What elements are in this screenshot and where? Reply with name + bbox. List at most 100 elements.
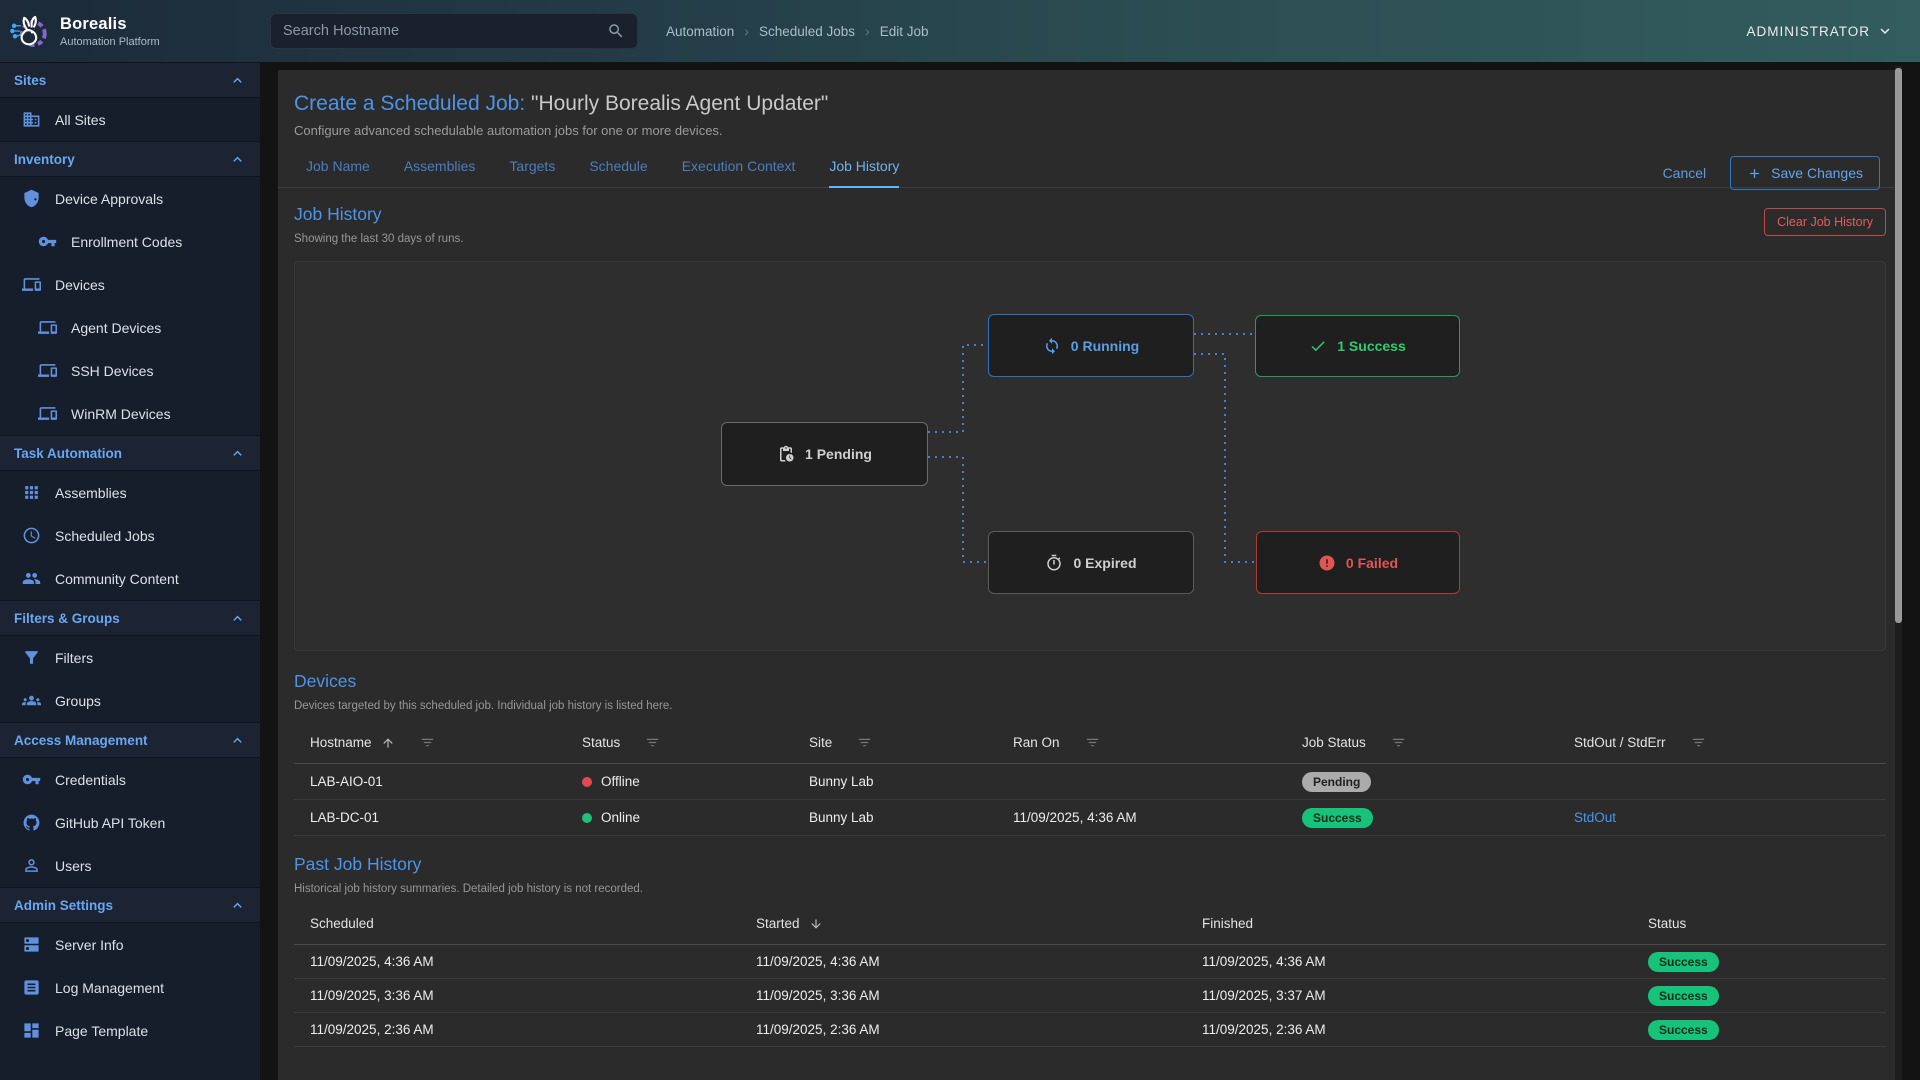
- history-started: 11/09/2025, 3:36 AM: [740, 988, 1186, 1003]
- devices-subheading: Devices targeted by this scheduled job. …: [294, 700, 672, 712]
- save-changes-button[interactable]: Save Changes: [1730, 156, 1880, 190]
- sidebar-item-page-template[interactable]: Page Template: [0, 1009, 260, 1052]
- column-header-started[interactable]: Started: [740, 916, 1186, 931]
- job-state-flow-diagram: 1 Pending 0 Running 1 Success 0 Expired …: [294, 261, 1886, 651]
- history-started: 11/09/2025, 2:36 AM: [740, 1022, 1186, 1037]
- tab-job-name[interactable]: Job Name: [306, 158, 370, 187]
- grid-icon: [22, 483, 41, 502]
- filter-icon[interactable]: [857, 735, 872, 750]
- column-header-finished[interactable]: Finished: [1186, 916, 1632, 931]
- filter-icon[interactable]: [1391, 735, 1406, 750]
- flow-node-success[interactable]: 1 Success: [1255, 315, 1460, 377]
- flow-node-label: 1 Success: [1337, 338, 1406, 354]
- flow-node-running[interactable]: 0 Running: [988, 314, 1194, 377]
- devices-heading: Devices: [294, 671, 672, 692]
- item-label: Credentials: [55, 772, 126, 788]
- devices-table-header: Hostname Status Site Ran On Job Status S…: [294, 722, 1886, 764]
- tab-schedule[interactable]: Schedule: [589, 158, 647, 187]
- tab-assemblies[interactable]: Assemblies: [404, 158, 476, 187]
- sidebar-item-log-management[interactable]: Log Management: [0, 966, 260, 1009]
- breadcrumb-item[interactable]: Automation: [666, 24, 734, 39]
- sidebar-section-inventory[interactable]: Inventory: [0, 141, 260, 177]
- filter-icon[interactable]: [645, 735, 660, 750]
- item-label: All Sites: [55, 112, 106, 128]
- devices-icon: [22, 275, 41, 294]
- breadcrumb-item[interactable]: Edit Job: [880, 24, 929, 39]
- tab-targets[interactable]: Targets: [509, 158, 555, 187]
- sidebar-item-users[interactable]: Users: [0, 844, 260, 887]
- device-table-row[interactable]: LAB-AIO-01 Offline Bunny Lab Pending: [294, 764, 1886, 800]
- stdout-link[interactable]: StdOut: [1574, 810, 1616, 825]
- sidebar-item-filters[interactable]: Filters: [0, 636, 260, 679]
- brand-name: Borealis: [60, 15, 160, 34]
- chevron-down-icon: [1876, 22, 1894, 40]
- flow-node-pending[interactable]: 1 Pending: [721, 422, 928, 486]
- filter-icon[interactable]: [1691, 735, 1706, 750]
- tab-execution-context[interactable]: Execution Context: [682, 158, 796, 187]
- tab-job-history[interactable]: Job History: [829, 158, 899, 188]
- devices-section-head: Devices Devices targeted by this schedul…: [294, 671, 1886, 712]
- sidebar-item-agent-devices[interactable]: Agent Devices: [0, 306, 260, 349]
- column-header-stdout-stderr[interactable]: StdOut / StdErr: [1558, 735, 1886, 750]
- sort-descending-icon: [809, 917, 823, 931]
- building-icon: [22, 110, 41, 129]
- sidebar-item-enrollment-codes[interactable]: Enrollment Codes: [0, 220, 260, 263]
- device-job-status: Success: [1286, 808, 1558, 828]
- history-status: Success: [1632, 952, 1886, 972]
- section-label: Access Management: [14, 733, 148, 748]
- item-label: Log Management: [55, 980, 164, 996]
- sidebar-item-assemblies[interactable]: Assemblies: [0, 471, 260, 514]
- vertical-scrollbar[interactable]: [1895, 66, 1902, 1080]
- sidebar-item-scheduled-jobs[interactable]: Scheduled Jobs: [0, 514, 260, 557]
- history-table-row[interactable]: 11/09/2025, 3:36 AM 11/09/2025, 3:36 AM …: [294, 979, 1886, 1013]
- user-menu[interactable]: ADMINISTRATOR: [1746, 22, 1894, 40]
- brand[interactable]: Borealis Automation Platform: [0, 10, 260, 52]
- filter-icon[interactable]: [1085, 735, 1100, 750]
- sidebar-item-ssh-devices[interactable]: SSH Devices: [0, 349, 260, 392]
- github-icon: [22, 813, 41, 832]
- search-icon[interactable]: [607, 22, 625, 40]
- form-actions: Cancel Save Changes: [1663, 156, 1880, 190]
- column-header-site[interactable]: Site: [793, 735, 997, 750]
- shield-icon: [22, 189, 41, 208]
- sidebar-section-sites[interactable]: Sites: [0, 62, 260, 98]
- flow-node-expired[interactable]: 0 Expired: [988, 531, 1194, 594]
- sidebar-item-devices[interactable]: Devices: [0, 263, 260, 306]
- sidebar-item-server-info[interactable]: Server Info: [0, 923, 260, 966]
- column-header-ran-on[interactable]: Ran On: [997, 735, 1286, 750]
- sidebar-section-task-automation[interactable]: Task Automation: [0, 435, 260, 471]
- item-label: Agent Devices: [71, 320, 161, 336]
- cancel-button[interactable]: Cancel: [1663, 165, 1707, 181]
- top-bar: Borealis Automation Platform Automation …: [0, 0, 1920, 62]
- filter-icon[interactable]: [420, 735, 435, 750]
- sync-icon: [1043, 337, 1061, 355]
- item-label: Enrollment Codes: [71, 234, 182, 250]
- sidebar-item-winrm-devices[interactable]: WinRM Devices: [0, 392, 260, 435]
- clear-job-history-button[interactable]: Clear Job History: [1764, 208, 1886, 236]
- history-table-row[interactable]: 11/09/2025, 4:36 AM 11/09/2025, 4:36 AM …: [294, 945, 1886, 979]
- column-header-hostname[interactable]: Hostname: [294, 735, 566, 750]
- sidebar-section-access-management[interactable]: Access Management: [0, 722, 260, 758]
- column-header-status[interactable]: Status: [1632, 916, 1886, 931]
- sidebar-item-device-approvals[interactable]: Device Approvals: [0, 177, 260, 220]
- sidebar-item-github-api-token[interactable]: GitHub API Token: [0, 801, 260, 844]
- sidebar-section-filters-groups[interactable]: Filters & Groups: [0, 600, 260, 636]
- people-icon: [22, 569, 41, 588]
- search-input[interactable]: [283, 23, 607, 39]
- column-header-job-status[interactable]: Job Status: [1286, 735, 1558, 750]
- sidebar-item-community-content[interactable]: Community Content: [0, 557, 260, 600]
- sidebar-item-all-sites[interactable]: All Sites: [0, 98, 260, 141]
- devices-icon: [38, 318, 57, 337]
- breadcrumb-item[interactable]: Scheduled Jobs: [759, 24, 855, 39]
- sidebar-section-admin-settings[interactable]: Admin Settings: [0, 887, 260, 923]
- sidebar-item-groups[interactable]: Groups: [0, 679, 260, 722]
- history-table-row[interactable]: 11/09/2025, 2:36 AM 11/09/2025, 2:36 AM …: [294, 1013, 1886, 1047]
- scrollbar-thumb[interactable]: [1895, 68, 1902, 623]
- column-header-scheduled[interactable]: Scheduled: [294, 916, 740, 931]
- sidebar-item-credentials[interactable]: Credentials: [0, 758, 260, 801]
- flow-node-failed[interactable]: 0 Failed: [1256, 531, 1460, 594]
- column-header-status[interactable]: Status: [566, 735, 793, 750]
- page-subtitle: Configure advanced schedulable automatio…: [294, 123, 1886, 138]
- device-table-row[interactable]: LAB-DC-01 Online Bunny Lab 11/09/2025, 4…: [294, 800, 1886, 836]
- hostname-search[interactable]: [270, 13, 638, 49]
